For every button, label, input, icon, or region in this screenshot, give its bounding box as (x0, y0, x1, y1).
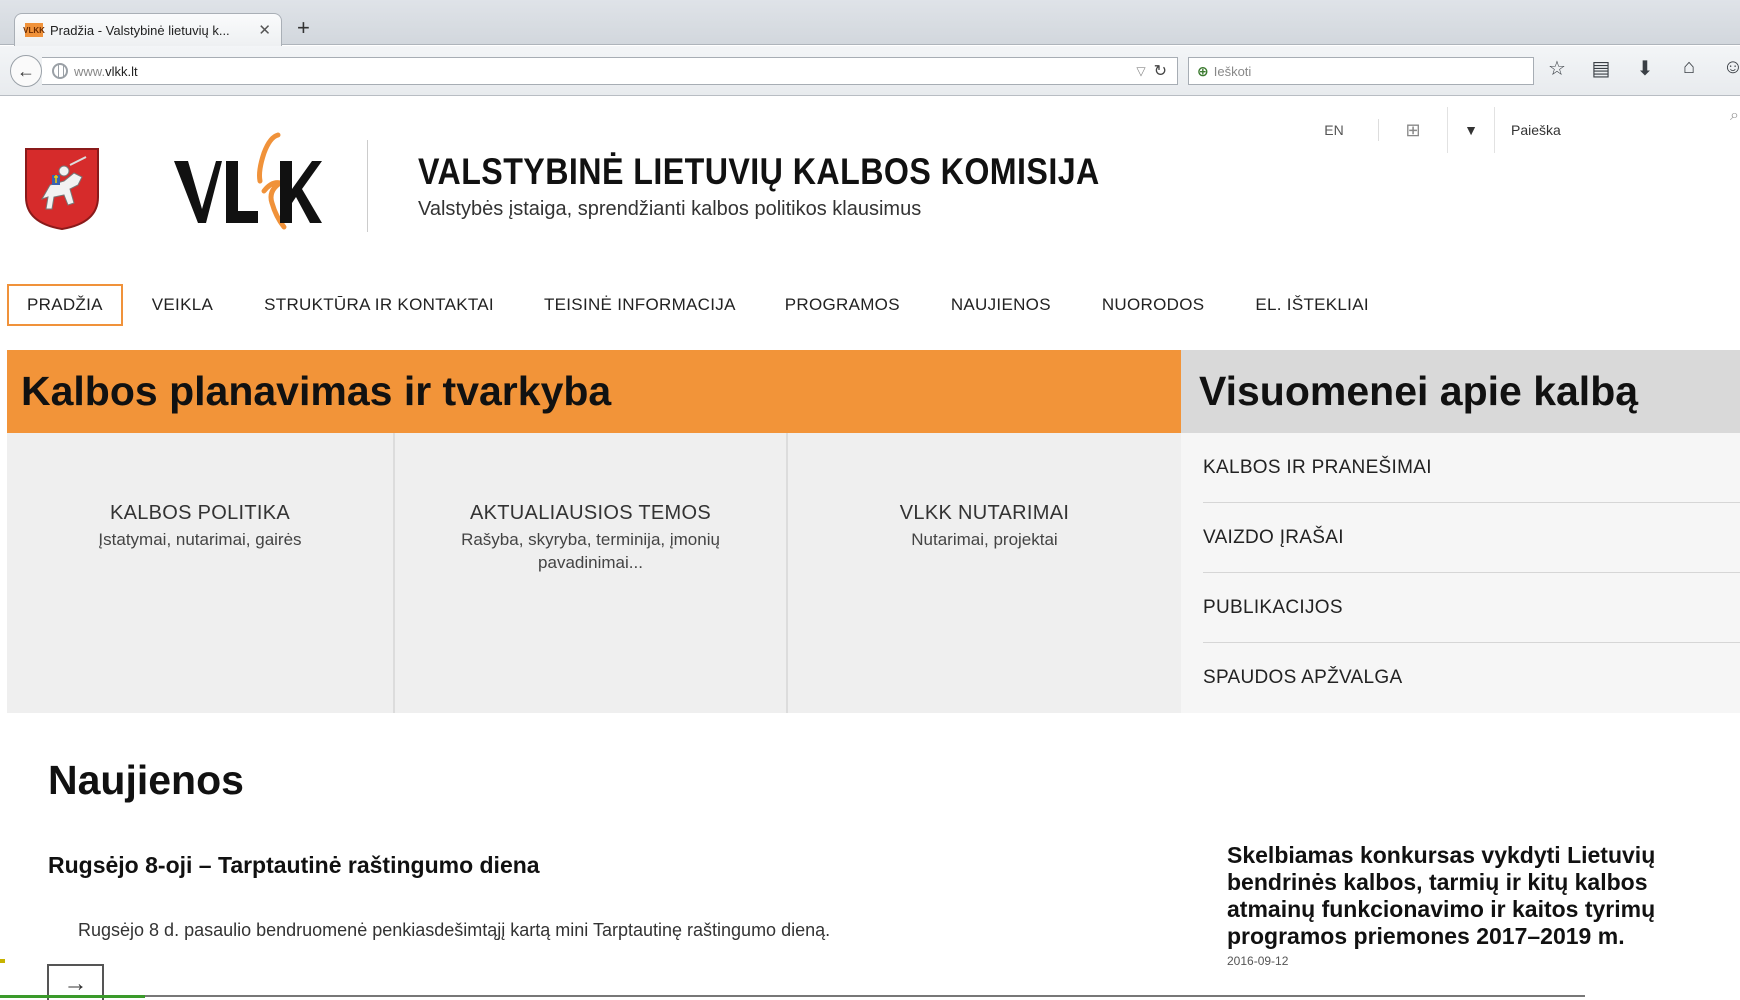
nav-item-teisine[interactable]: TEISINĖ INFORMACIJA (544, 284, 736, 326)
main-navigation: PRADŽIA VEIKLA STRUKTŪRA IR KONTAKTAI TE… (7, 284, 1369, 326)
back-arrow-icon: ← (17, 60, 35, 81)
news-item-title[interactable]: Rugsėjo 8-oji – Tarptautinė raštingumo d… (48, 852, 540, 879)
globe-icon (52, 63, 68, 79)
browser-search-placeholder: Ieškoti (1213, 63, 1252, 79)
search-dropdown-button[interactable]: ▼ (1447, 107, 1495, 153)
url-bar[interactable]: www.vlkk.lt ▽ ↻ (42, 57, 1178, 85)
public-link-publikacijos[interactable]: PUBLIKACIJOS (1203, 573, 1740, 643)
tile-desc: Rašyba, skyryba, terminija, įmonių pavad… (461, 530, 720, 572)
browser-search-input[interactable]: ⊕ Ieškoti (1188, 57, 1534, 85)
star-icon[interactable]: ☆ (1546, 56, 1568, 81)
home-icon[interactable]: ⌂ (1678, 56, 1700, 81)
caret-down-icon: ▼ (1464, 122, 1478, 138)
bottom-accent (0, 995, 145, 998)
url-text: www.vlkk.lt (74, 63, 138, 79)
tile-aktualiausios-temos[interactable]: AKTUALIAUSIOS TEMOS Rašyba, skyryba, ter… (395, 433, 788, 713)
news-heading: Naujienos (48, 757, 244, 803)
bottom-divider (0, 995, 1585, 997)
close-tab-icon[interactable]: ✕ (258, 21, 271, 39)
nav-item-el-istekliai[interactable]: EL. IŠTEKLIAI (1255, 284, 1369, 326)
nav-item-veikla[interactable]: VEIKLA (152, 284, 213, 326)
public-link-vaizdo[interactable]: VAIZDO ĮRAŠAI (1203, 503, 1740, 573)
tab-title: Pradžia - Valstybinė lietuvių k... (50, 22, 230, 38)
sitemap-icon[interactable]: ⊞ (1393, 120, 1433, 141)
nav-item-nuorodos[interactable]: NUORODOS (1102, 284, 1205, 326)
browser-nav-bar: ← www.vlkk.lt ▽ ↻ ⊕ Ieškoti ☆ ▤ ⬇ ⌂ ☺ (0, 46, 1740, 96)
reload-icon[interactable]: ↻ (1154, 61, 1167, 81)
nav-item-programos[interactable]: PROGRAMOS (785, 284, 900, 326)
institution-title: VALSTYBINĖ LIETUVIŲ KALBOS KOMISIJA (418, 151, 1100, 192)
site-search-input[interactable]: Paieška (1495, 107, 1725, 153)
language-link[interactable]: EN (1304, 122, 1364, 138)
download-icon[interactable]: ⬇ (1634, 56, 1656, 81)
public-link-spaudos[interactable]: SPAUDOS APŽVALGA (1203, 643, 1740, 713)
planning-tiles: KALBOS POLITIKA Įstatymai, nutarimai, ga… (7, 433, 1181, 713)
marker-dot (0, 959, 5, 963)
news-item-text: Rugsėjo 8 d. pasaulio bendruomenė penkia… (78, 920, 831, 940)
search-icon[interactable]: ⌕ (1730, 107, 1739, 125)
page-content: EN ⊞ ▼ Paieška ⌕ VALSTYBINĖ LIETUVIŲ KAL… (0, 97, 1740, 1000)
coat-of-arms-icon (25, 148, 99, 231)
search-engine-icon: ⊕ (1197, 62, 1209, 79)
public-heading[interactable]: Visuomenei apie kalbą (1181, 350, 1740, 433)
browser-tab[interactable]: VLKK Pradžia - Valstybinė lietuvių k... … (14, 13, 282, 46)
news-item-title-2[interactable]: Skelbiamas konkursas vykdyti Lietuvių be… (1227, 842, 1697, 950)
public-links: KALBOS IR PRANEŠIMAI VAIZDO ĮRAŠAI PUBLI… (1181, 433, 1740, 713)
site-search-placeholder: Paieška (1511, 122, 1561, 138)
institution-subtitle: Valstybės įstaiga, sprendžianti kalbos p… (418, 198, 922, 220)
tile-desc: Nutarimai, projektai (911, 530, 1058, 549)
url-dropdown-icon[interactable]: ▽ (1136, 64, 1145, 78)
tile-title: VLKK NUTARIMAI (899, 502, 1070, 524)
nav-item-naujienos[interactable]: NAUJIENOS (951, 284, 1051, 326)
site-favicon-icon: VLKK (23, 23, 45, 37)
back-button[interactable]: ← (10, 55, 42, 87)
tile-desc: Įstatymai, nutarimai, gairės (98, 530, 302, 549)
chat-icon[interactable]: ☺ (1722, 56, 1740, 81)
toolbar-icons: ☆ ▤ ⬇ ⌂ ☺ (1546, 56, 1740, 81)
browser-tab-bar: VLKK Pradžia - Valstybinė lietuvių k... … (0, 0, 1740, 46)
reading-list-icon[interactable]: ▤ (1590, 56, 1612, 81)
news-item-date: 2016-09-12 (1227, 954, 1289, 968)
planning-heading[interactable]: Kalbos planavimas ir tvarkyba (7, 350, 1181, 433)
tile-vlkk-nutarimai[interactable]: VLKK NUTARIMAI Nutarimai, projektai (788, 433, 1181, 713)
nav-item-struktura[interactable]: STRUKTŪRA IR KONTAKTAI (264, 284, 494, 326)
divider (1378, 119, 1379, 141)
nav-item-pradzia[interactable]: PRADŽIA (7, 284, 123, 326)
public-link-kalbos[interactable]: KALBOS IR PRANEŠIMAI (1203, 433, 1740, 503)
header-divider (367, 140, 368, 232)
vlkk-logo (174, 132, 322, 230)
arrow-right-icon: → (63, 970, 88, 997)
tile-kalbos-politika[interactable]: KALBOS POLITIKA Įstatymai, nutarimai, ga… (7, 433, 395, 713)
utility-bar: EN ⊞ ▼ Paieška (1304, 107, 1725, 153)
tile-title: KALBOS POLITIKA (109, 502, 291, 524)
tile-title: AKTUALIAUSIOS TEMOS (470, 502, 711, 524)
new-tab-button[interactable]: + (297, 17, 310, 39)
